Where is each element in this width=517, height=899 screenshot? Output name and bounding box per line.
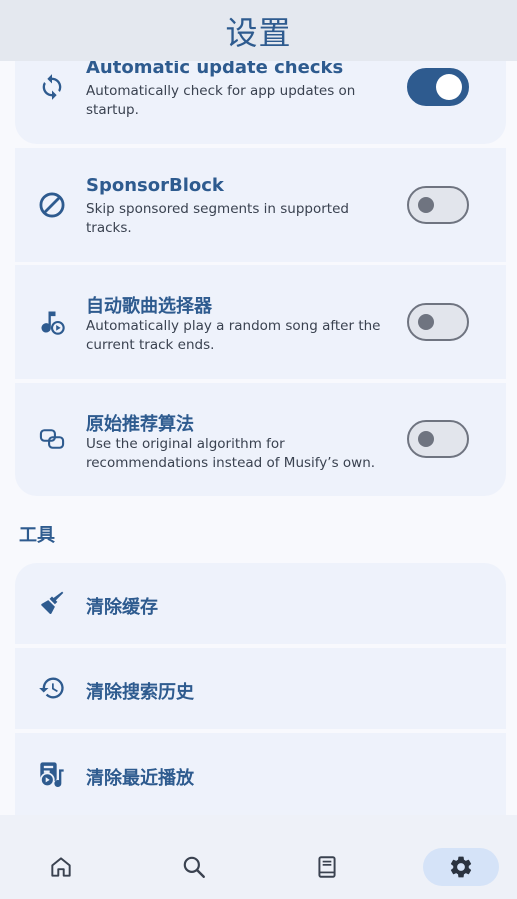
toggle-knob xyxy=(418,197,434,213)
tool-clear-cache[interactable]: 清除缓存 xyxy=(15,563,506,644)
setting-subtitle: Automatically play a random song after t… xyxy=(86,318,381,353)
auto-song-picker-toggle[interactable] xyxy=(407,303,469,341)
broom-icon xyxy=(37,588,67,618)
setting-subtitle: Use the original algorithm for recommend… xyxy=(86,436,376,471)
tool-clear-search-history[interactable]: 清除搜索历史 xyxy=(15,648,506,729)
auto-update-toggle[interactable] xyxy=(407,68,469,106)
link-icon xyxy=(37,424,67,454)
search-icon xyxy=(183,856,205,878)
library-icon xyxy=(318,856,336,878)
tool-title: 清除搜索历史 xyxy=(86,682,194,703)
setting-auto-update[interactable]: Automatic update checks Automatically ch… xyxy=(15,50,506,144)
setting-subtitle: Automatically check for app updates on s… xyxy=(86,83,356,118)
tool-title: 清除缓存 xyxy=(86,597,158,618)
sponsorblock-toggle[interactable] xyxy=(407,186,469,224)
app-bar: 设置 xyxy=(0,0,517,61)
sync-icon xyxy=(37,72,67,102)
setting-title: 原始推荐算法 xyxy=(86,414,194,435)
home-icon xyxy=(51,857,71,877)
bottom-navigation xyxy=(0,815,517,899)
toggle-knob xyxy=(436,74,462,100)
music-play-icon xyxy=(37,307,67,337)
setting-title: 自动歌曲选择器 xyxy=(86,296,212,317)
original-algorithm-toggle[interactable] xyxy=(407,420,469,458)
toggle-knob xyxy=(418,431,434,447)
block-icon xyxy=(37,190,67,220)
nav-library[interactable] xyxy=(289,848,365,886)
page-title: 设置 xyxy=(225,13,292,52)
nav-home[interactable] xyxy=(23,848,99,886)
setting-subtitle: Skip sponsored segments in supported tra… xyxy=(86,201,349,236)
nav-search[interactable] xyxy=(156,848,232,886)
history-icon xyxy=(37,673,67,703)
setting-original-algorithm[interactable]: 原始推荐算法 Use the original algorithm for re… xyxy=(15,383,506,496)
tool-title: 清除最近播放 xyxy=(86,768,194,789)
section-label-tools: 工具 xyxy=(19,525,55,546)
nav-settings[interactable] xyxy=(423,848,499,886)
settings-icon xyxy=(450,856,472,878)
settings-list: Automatic update checks Automatically ch… xyxy=(0,0,517,815)
tool-clear-recently-played[interactable]: 清除最近播放 xyxy=(15,733,506,815)
toggle-knob xyxy=(418,314,434,330)
setting-auto-song-picker[interactable]: 自动歌曲选择器 Automatically play a random song… xyxy=(15,265,506,379)
library-music-icon xyxy=(37,759,67,789)
setting-title: SponsorBlock xyxy=(86,175,224,196)
setting-sponsorblock[interactable]: SponsorBlock Skip sponsored segments in … xyxy=(15,148,506,262)
